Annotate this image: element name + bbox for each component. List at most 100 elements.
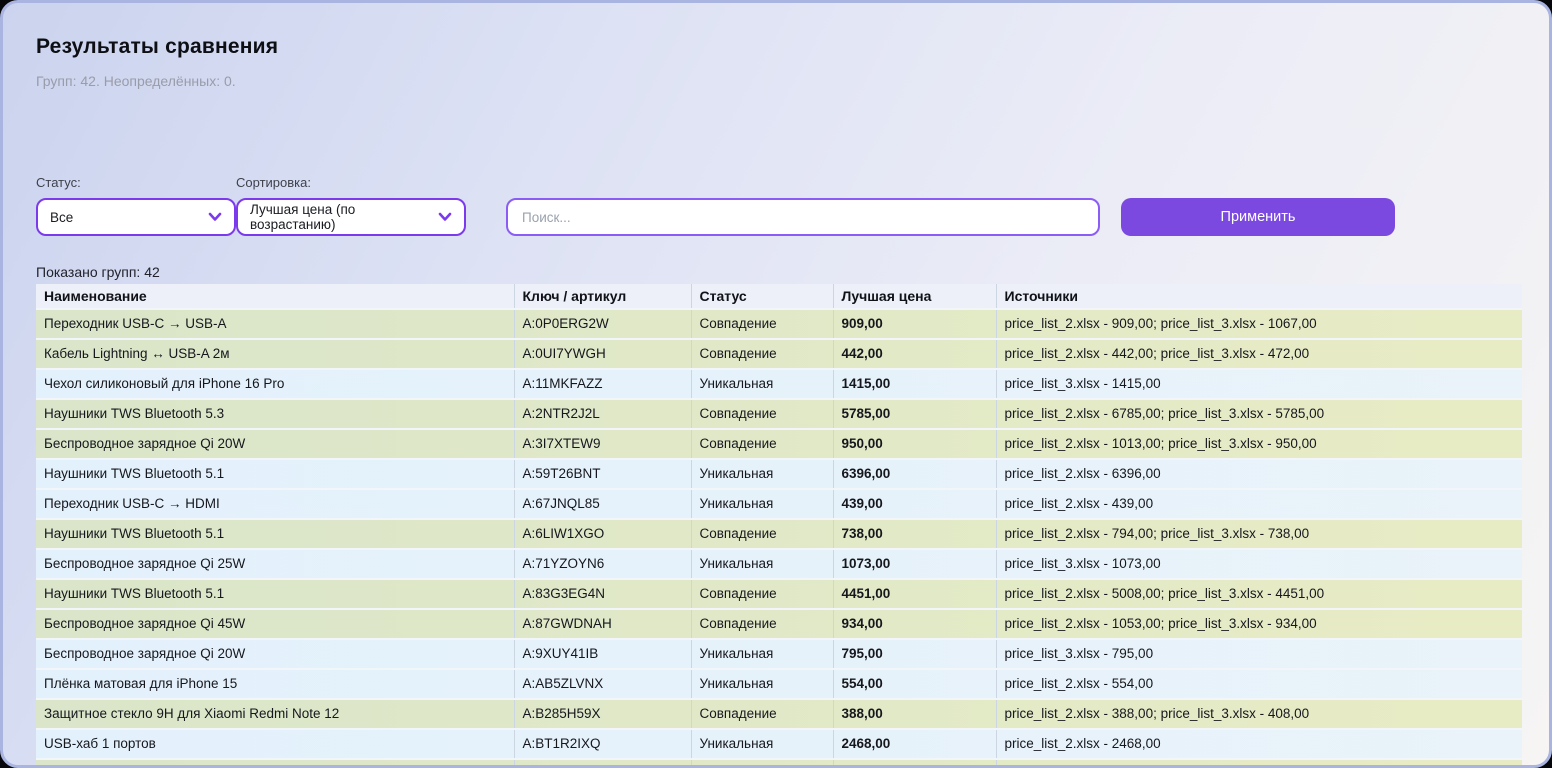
sources-cell: price_list_3.xlsx - 1415,00 <box>996 369 1522 399</box>
sort-filter-group: Сортировка: Лучшая цена (по возрастанию) <box>236 175 466 236</box>
status-cell: Уникальная <box>691 369 833 399</box>
status-cell: Совпадение <box>691 609 833 639</box>
key-cell: A:87GWDNAH <box>514 609 691 639</box>
price-cell: 455,00 <box>833 759 996 768</box>
key-cell: A:83G3EG4N <box>514 579 691 609</box>
filters-bar: Статус: Все Сортировка: Лучшая цена (по … <box>36 175 1516 236</box>
table-row[interactable]: Автомобильное зарядное 20W 1xUSBA:CXSULK… <box>36 759 1522 768</box>
table-row[interactable]: Плёнка матовая для iPhone 15A:AB5ZLVNXУн… <box>36 669 1522 699</box>
key-cell: A:BT1R2IXQ <box>514 729 691 759</box>
name-cell: Беспроводное зарядное Qi 25W <box>36 549 514 579</box>
sort-select-value: Лучшая цена (по возрастанию) <box>250 202 430 232</box>
sources-cell: price_list_3.xlsx - 1073,00 <box>996 549 1522 579</box>
sources-cell: price_list_2.xlsx - 2468,00 <box>996 729 1522 759</box>
price-cell: 2468,00 <box>833 729 996 759</box>
status-cell: Совпадение <box>691 309 833 339</box>
price-cell: 5785,00 <box>833 399 996 429</box>
status-cell: Уникальная <box>691 459 833 489</box>
table-row[interactable]: Беспроводное зарядное Qi 45WA:87GWDNAHСо… <box>36 609 1522 639</box>
column-header-key: Ключ / артикул <box>514 284 691 309</box>
status-cell: Уникальная <box>691 669 833 699</box>
key-cell: A:0P0ERG2W <box>514 309 691 339</box>
price-cell: 1073,00 <box>833 549 996 579</box>
name-cell: Автомобильное зарядное 20W 1xUSB <box>36 759 514 768</box>
key-cell: A:59T26BNT <box>514 459 691 489</box>
status-cell: Совпадение <box>691 339 833 369</box>
table-row[interactable]: Наушники TWS Bluetooth 5.1A:6LIW1XGOСовп… <box>36 519 1522 549</box>
price-cell: 442,00 <box>833 339 996 369</box>
name-cell: Наушники TWS Bluetooth 5.1 <box>36 579 514 609</box>
key-cell: A:6LIW1XGO <box>514 519 691 549</box>
key-cell: A:71YZOYN6 <box>514 549 691 579</box>
column-header-sources: Источники <box>996 284 1522 309</box>
name-cell: Наушники TWS Bluetooth 5.3 <box>36 399 514 429</box>
sources-cell: price_list_2.xlsx - 1053,00; price_list_… <box>996 609 1522 639</box>
table-row[interactable]: Защитное стекло 9H для Xiaomi Redmi Note… <box>36 699 1522 729</box>
price-cell: 950,00 <box>833 429 996 459</box>
name-cell: Беспроводное зарядное Qi 20W <box>36 639 514 669</box>
search-input[interactable] <box>506 198 1100 236</box>
price-cell: 738,00 <box>833 519 996 549</box>
results-table: Наименование Ключ / артикул Статус Лучша… <box>36 284 1522 768</box>
sources-cell: price_list_2.xlsx - 388,00; price_list_3… <box>996 699 1522 729</box>
sources-cell: price_list_2.xlsx - 442,00; price_list_3… <box>996 339 1522 369</box>
table-row[interactable]: Наушники TWS Bluetooth 5.1A:83G3EG4NСовп… <box>36 579 1522 609</box>
status-cell: Совпадение <box>691 699 833 729</box>
key-cell: A:11MKFAZZ <box>514 369 691 399</box>
status-cell: Уникальная <box>691 729 833 759</box>
key-cell: A:67JNQL85 <box>514 489 691 519</box>
key-cell: A:2NTR2J2L <box>514 399 691 429</box>
table-row[interactable]: Кабель Lightning ↔ USB-A 2мA:0UI7YWGHСов… <box>36 339 1522 369</box>
chevron-down-icon <box>438 212 452 222</box>
price-cell: 6396,00 <box>833 459 996 489</box>
status-select-value: Все <box>50 210 73 225</box>
status-cell: Совпадение <box>691 429 833 459</box>
sources-cell: price_list_3.xlsx - 795,00 <box>996 639 1522 669</box>
price-cell: 1415,00 <box>833 369 996 399</box>
price-cell: 554,00 <box>833 669 996 699</box>
status-cell: Совпадение <box>691 759 833 768</box>
table-row[interactable]: Чехол силиконовый для iPhone 16 ProA:11M… <box>36 369 1522 399</box>
price-cell: 934,00 <box>833 609 996 639</box>
table-row[interactable]: Беспроводное зарядное Qi 20WA:9XUY41IBУн… <box>36 639 1522 669</box>
results-table-body: Переходник USB-C → USB-AA:0P0ERG2WСовпад… <box>36 309 1522 768</box>
key-cell: A:9XUY41IB <box>514 639 691 669</box>
chevron-down-icon <box>208 212 222 222</box>
sort-select[interactable]: Лучшая цена (по возрастанию) <box>236 198 466 236</box>
status-filter-label: Статус: <box>36 175 236 190</box>
status-cell: Уникальная <box>691 489 833 519</box>
price-cell: 909,00 <box>833 309 996 339</box>
name-cell: Кабель Lightning ↔ USB-A 2м <box>36 339 514 369</box>
status-cell: Совпадение <box>691 579 833 609</box>
shown-groups-count: Показано групп: 42 <box>36 264 1516 280</box>
key-cell: A:3I7XTEW9 <box>514 429 691 459</box>
price-cell: 4451,00 <box>833 579 996 609</box>
table-row[interactable]: USB-хаб 1 портовA:BT1R2IXQУникальная2468… <box>36 729 1522 759</box>
name-cell: Беспроводное зарядное Qi 20W <box>36 429 514 459</box>
page-title: Результаты сравнения <box>36 35 1516 59</box>
table-row[interactable]: Переходник USB-C → USB-AA:0P0ERG2WСовпад… <box>36 309 1522 339</box>
table-row[interactable]: Наушники TWS Bluetooth 5.3A:2NTR2J2LСовп… <box>36 399 1522 429</box>
status-cell: Совпадение <box>691 519 833 549</box>
key-cell: A:AB5ZLVNX <box>514 669 691 699</box>
price-cell: 388,00 <box>833 699 996 729</box>
name-cell: Переходник USB-C → HDMI <box>36 489 514 519</box>
sort-filter-label: Сортировка: <box>236 175 466 190</box>
table-row[interactable]: Переходник USB-C → HDMIA:67JNQL85Уникаль… <box>36 489 1522 519</box>
price-cell: 795,00 <box>833 639 996 669</box>
sources-cell: price_list_2.xlsx - 6396,00 <box>996 459 1522 489</box>
groups-summary: Групп: 42. Неопределённых: 0. <box>36 73 1516 89</box>
name-cell: Чехол силиконовый для iPhone 16 Pro <box>36 369 514 399</box>
sources-cell: price_list_2.xlsx - 554,00 <box>996 669 1522 699</box>
column-header-name: Наименование <box>36 284 514 309</box>
price-cell: 439,00 <box>833 489 996 519</box>
table-row[interactable]: Наушники TWS Bluetooth 5.1A:59T26BNTУник… <box>36 459 1522 489</box>
name-cell: Наушники TWS Bluetooth 5.1 <box>36 519 514 549</box>
table-row[interactable]: Беспроводное зарядное Qi 25WA:71YZOYN6Ун… <box>36 549 1522 579</box>
apply-button[interactable]: Применить <box>1121 198 1395 236</box>
name-cell: Защитное стекло 9H для Xiaomi Redmi Note… <box>36 699 514 729</box>
name-cell: USB-хаб 1 портов <box>36 729 514 759</box>
name-cell: Плёнка матовая для iPhone 15 <box>36 669 514 699</box>
table-row[interactable]: Беспроводное зарядное Qi 20WA:3I7XTEW9Со… <box>36 429 1522 459</box>
status-select[interactable]: Все <box>36 198 236 236</box>
